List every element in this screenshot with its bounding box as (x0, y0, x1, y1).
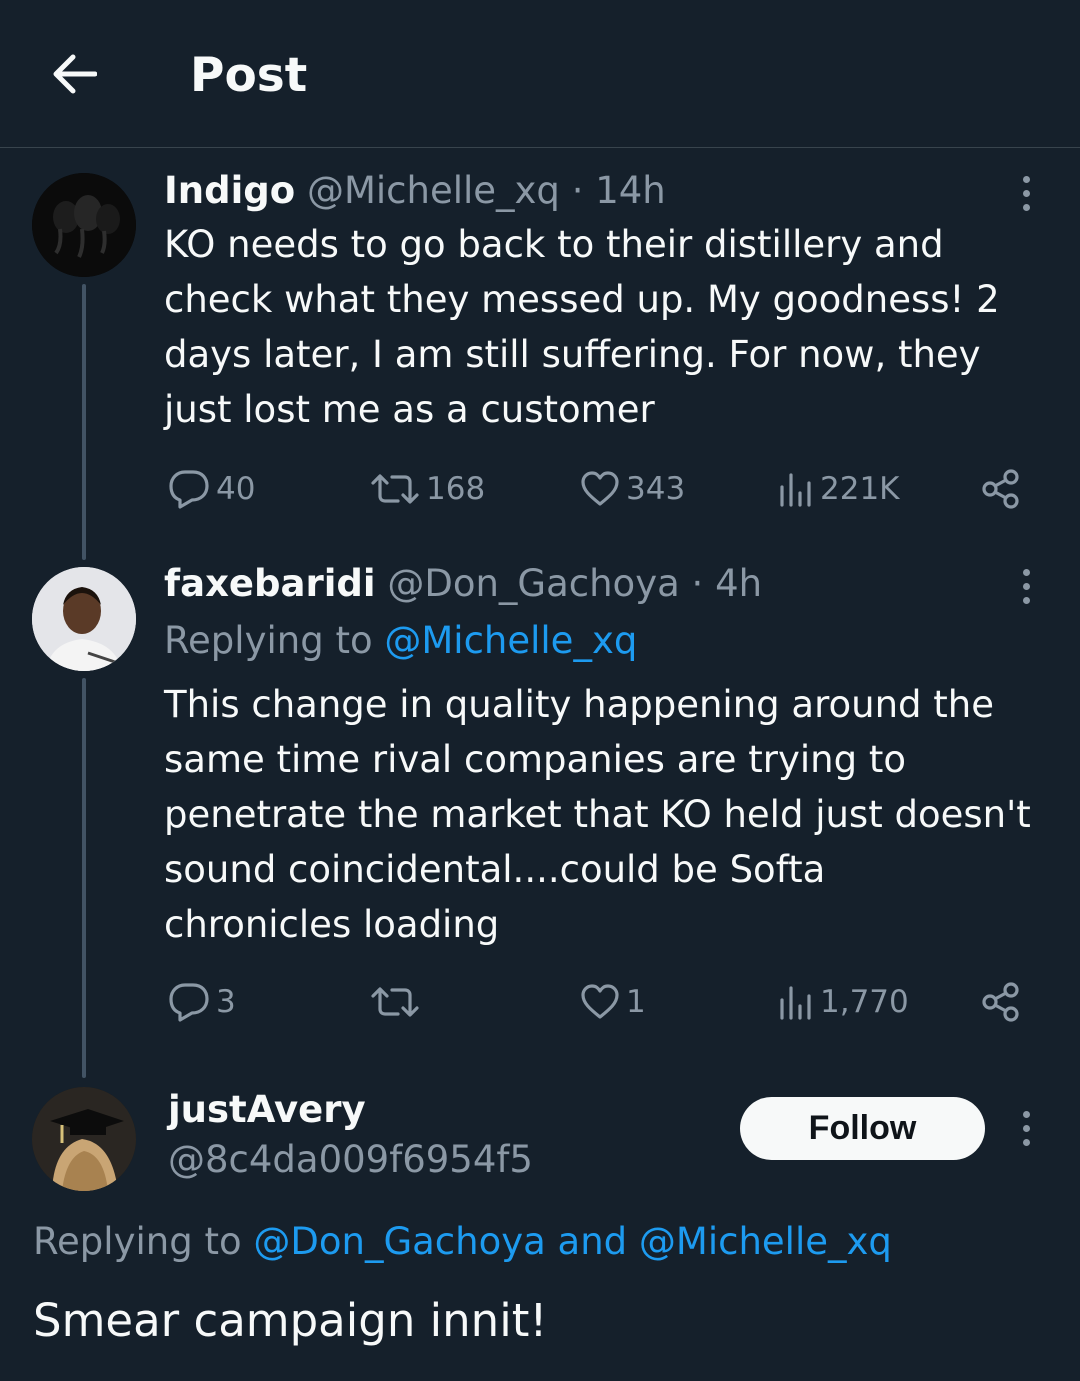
tweet-text-line: chronicles loading (164, 903, 500, 946)
reply-icon (169, 983, 209, 1022)
replying-to-link[interactable]: @Michelle_xq (384, 619, 637, 662)
page-title: Post (190, 48, 308, 103)
more-vertical-icon (1022, 1110, 1030, 1118)
separator-dot: · (691, 562, 704, 605)
timestamp[interactable]: 14h (595, 169, 666, 212)
focus-author-handle[interactable]: @8c4da009f6954f5 (168, 1135, 533, 1185)
separator-dot: · (571, 169, 584, 212)
arrow-left-icon (53, 54, 97, 94)
author-name[interactable]: Indigo (164, 169, 295, 212)
tweet-text-line: check what they messed up. My goodness! … (164, 278, 1000, 321)
tweet-text-line: penetrate the market that KO held just d… (164, 793, 1031, 836)
author-handle[interactable]: @Michelle_xq (307, 169, 560, 212)
avatar[interactable] (32, 1087, 136, 1191)
views-icon (780, 986, 811, 1020)
tweet-header: faxebaridi @Don_Gachoya · 4h (164, 559, 762, 609)
post-page: Post Indigo @Michelle_xq · 14h KO needs … (0, 0, 1080, 1381)
repost-count: 168 (426, 471, 486, 507)
tweet-actions: 40 168 343 221K (0, 464, 1080, 514)
tweet-actions: 3 1 1,770 (0, 977, 1080, 1027)
views-button[interactable]: 1,770 (778, 977, 909, 1027)
tweet-text: KO needs to go back to their distillery … (164, 217, 1064, 437)
like-button[interactable]: 343 (580, 464, 685, 514)
reply-count: 40 (216, 471, 256, 507)
repost-button[interactable] (370, 977, 426, 1027)
repost-icon (371, 474, 419, 504)
more-options-button[interactable] (1006, 561, 1046, 611)
reply-button[interactable]: 40 (168, 464, 255, 514)
replying-to: Replying to @Michelle_xq (164, 616, 637, 666)
share-button[interactable] (980, 464, 1022, 514)
tweet-text-line: sound coincidental....could be Softa (164, 848, 826, 891)
follow-button[interactable]: Follow (740, 1097, 985, 1160)
header-bar: Post (0, 0, 1080, 148)
reply-button[interactable]: 3 (168, 977, 236, 1027)
tweet-text-line: KO needs to go back to their distillery … (164, 223, 944, 266)
more-options-button[interactable] (1006, 1103, 1046, 1153)
replying-to: Replying to @Don_Gachoya and @Michelle_x… (33, 1217, 892, 1267)
heart-icon (581, 471, 619, 506)
back-button[interactable] (44, 48, 104, 100)
avatar[interactable] (32, 567, 136, 671)
repost-icon (371, 987, 419, 1017)
reply-icon (169, 470, 209, 509)
views-button[interactable]: 221K (778, 464, 900, 514)
tweet-text-line: This change in quality happening around … (164, 683, 994, 726)
share-icon (982, 982, 1019, 1022)
like-button[interactable]: 1 (580, 977, 646, 1027)
views-icon (780, 473, 811, 507)
heart-icon (581, 984, 619, 1019)
view-count: 221K (820, 471, 900, 507)
replying-prefix: Replying to (164, 619, 385, 662)
focus-author-name[interactable]: justAvery (168, 1085, 366, 1135)
like-count: 343 (626, 471, 686, 507)
tweet-header: Indigo @Michelle_xq · 14h (164, 166, 666, 216)
tweet-text: This change in quality happening around … (164, 677, 1064, 952)
replying-to-link[interactable]: @Don_Gachoya and @Michelle_xq (253, 1220, 892, 1263)
avatar[interactable] (32, 173, 136, 277)
more-options-button[interactable] (1006, 168, 1046, 218)
share-icon (982, 469, 1019, 509)
view-count: 1,770 (820, 984, 909, 1020)
like-count: 1 (626, 984, 646, 1020)
author-handle[interactable]: @Don_Gachoya (387, 562, 679, 605)
thread-line (82, 284, 86, 560)
repost-button[interactable]: 168 (370, 464, 485, 514)
author-name[interactable]: faxebaridi (164, 562, 376, 605)
tweet-text-line: days later, I am still suffering. For no… (164, 333, 981, 376)
tweet-text-line: same time rival companies are trying to (164, 738, 907, 781)
share-button[interactable] (980, 977, 1022, 1027)
tweet-text-line: just lost me as a customer (164, 388, 655, 431)
timestamp[interactable]: 4h (715, 562, 762, 605)
focus-tweet-text: Smear campaign innit! (33, 1294, 548, 1347)
more-vertical-icon (1022, 568, 1030, 576)
more-vertical-icon (1022, 175, 1030, 183)
reply-count: 3 (216, 984, 236, 1020)
replying-prefix: Replying to (33, 1220, 254, 1263)
